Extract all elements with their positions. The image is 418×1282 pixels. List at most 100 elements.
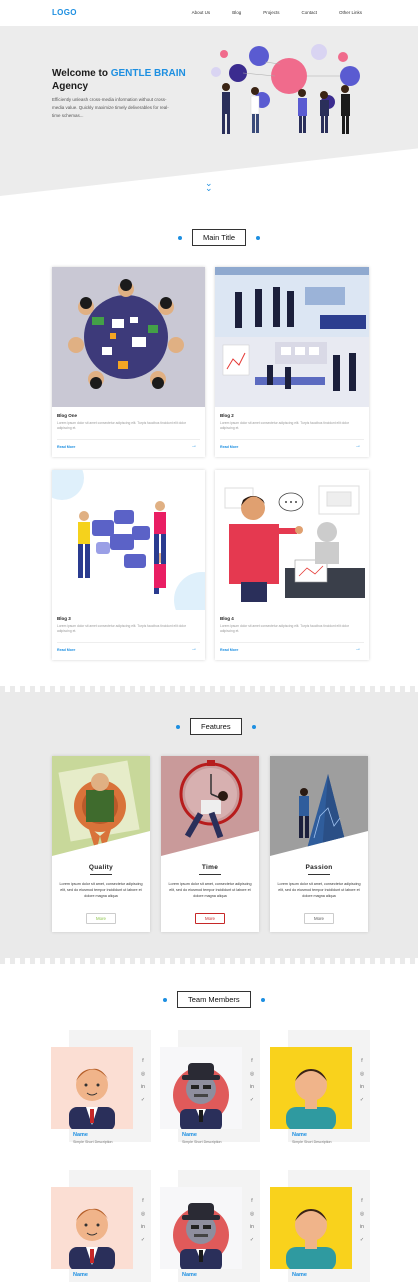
blog-card-4: Blog 4 Lorem ipsum dolor sit amet consec… [215,470,369,660]
nav-projects[interactable]: Projects [263,10,279,15]
blog-image-4 [215,470,369,610]
instagram-icon[interactable]: ◎ [248,1071,256,1078]
social-links: f ◎ in ✓ [139,1058,147,1104]
blog-title: Blog 3 [57,616,71,621]
facebook-icon[interactable]: f [139,1058,147,1065]
feature-description: Lorem ipsum dolor sit amet, consectetur … [168,882,252,898]
feature-card-time: Time Lorem ipsum dolor sit amet, consect… [161,756,259,932]
member-description: Simple Short Description [73,1140,113,1144]
main-title-heading: Main Title [178,229,261,246]
team-member-card: f ◎ in ✓ Name [51,1170,169,1282]
member-name: Name [73,1132,88,1138]
read-more-link[interactable]: Read More [220,445,238,449]
facebook-icon[interactable]: f [139,1198,147,1205]
nav-other-links[interactable]: Other Links [339,10,362,15]
dot-icon [256,235,261,240]
twitter-icon[interactable]: ✓ [248,1237,256,1244]
linkedin-icon[interactable]: in [139,1224,147,1231]
dot-icon [163,997,167,1002]
team-member-card: f ◎ in ✓ Name Simple Short Description [160,1030,278,1144]
feature-title: Passion [305,864,333,871]
linkedin-icon[interactable]: in [248,1224,256,1231]
hero-illustration [211,44,360,134]
feature-image-time [161,756,259,856]
blog-description: Lorem ipsum dolor sit amet consectetur a… [57,624,187,633]
scroll-down-chevron-icon[interactable]: ⌄ ⌄ [205,179,213,193]
more-button[interactable]: More [304,913,334,924]
nav-about[interactable]: About Us [192,10,211,15]
twitter-icon[interactable]: ✓ [139,1097,147,1104]
feature-card-quality: Quality Lorem ipsum dolor sit amet, cons… [52,756,150,932]
zigzag-divider [0,958,418,964]
instagram-icon[interactable]: ◎ [139,1071,147,1078]
read-more-link[interactable]: Read More [220,648,238,652]
member-name: Name [182,1272,197,1278]
facebook-icon[interactable]: f [248,1058,256,1065]
blog-description: Lorem ipsum dolor sit amet consectetur a… [220,624,350,633]
title-underline [90,874,112,875]
dot-icon [176,724,180,729]
instagram-icon[interactable]: ◎ [139,1211,147,1218]
nav-blog[interactable]: Blog [232,10,241,15]
features-title: Features [190,718,242,735]
arrow-right-icon[interactable]: → [355,646,361,652]
social-links: f ◎ in ✓ [248,1058,256,1104]
blog-description: Lorem ipsum dolor sit amet consectetur a… [220,421,350,430]
arrow-right-icon[interactable]: → [191,646,197,652]
dot-icon [178,235,182,240]
feature-image-passion [270,756,368,856]
twitter-icon[interactable]: ✓ [358,1237,366,1244]
read-more-link[interactable]: Read More [57,648,75,652]
blog-card-2: Blog 2 Lorem ipsum dolor sit amet consec… [215,267,369,457]
arrow-right-icon[interactable]: → [355,443,361,449]
read-more-link[interactable]: Read More [57,445,75,449]
member-description: Simple Short Description [292,1140,332,1144]
instagram-icon[interactable]: ◎ [358,1211,366,1218]
avatar [160,1187,242,1269]
hero-title: Welcome to GENTLE BRAIN Agency [52,68,186,92]
dot-icon [251,724,256,729]
top-nav: LOGO About Us Blog Projects Contact Othe… [0,0,418,26]
more-button[interactable]: More [86,913,116,924]
facebook-icon[interactable]: f [248,1198,256,1205]
arrow-right-icon[interactable]: → [191,443,197,449]
logo[interactable]: LOGO [52,8,77,17]
instagram-icon[interactable]: ◎ [358,1071,366,1078]
blog-title: Blog 2 [220,413,234,418]
feature-description: Lorem ipsum dolor sit amet, consectetur … [59,882,143,898]
member-name: Name [292,1272,307,1278]
linkedin-icon[interactable]: in [248,1084,256,1091]
avatar [51,1047,133,1129]
dot-icon [260,997,265,1002]
social-links: f ◎ in ✓ [248,1198,256,1244]
feature-description: Lorem ipsum dolor sit amet, consectetur … [277,882,361,898]
more-button[interactable]: More [195,913,225,924]
blog-image-2 [215,267,369,407]
twitter-icon[interactable]: ✓ [248,1097,256,1104]
nav-menu: About Us Blog Projects Contact Other Lin… [170,10,362,15]
hero-description: Efficiently unleash cross-media informat… [52,97,169,118]
feature-title: Quality [88,864,114,871]
twitter-icon[interactable]: ✓ [139,1237,147,1244]
instagram-icon[interactable]: ◎ [248,1211,256,1218]
social-links: f ◎ in ✓ [358,1198,366,1244]
nav-contact[interactable]: Contact [301,10,317,15]
team-heading: Team Members [163,991,265,1008]
twitter-icon[interactable]: ✓ [358,1097,366,1104]
avatar [270,1187,352,1269]
feature-image-quality [52,756,150,856]
team-member-card: f ◎ in ✓ Name [160,1170,278,1282]
avatar [160,1047,242,1129]
zigzag-divider [0,686,418,692]
blog-title: Blog One [57,413,77,418]
linkedin-icon[interactable]: in [358,1084,366,1091]
blog-image-1 [52,267,205,407]
linkedin-icon[interactable]: in [139,1084,147,1091]
features-heading: Features [176,718,256,735]
feature-title: Time [201,864,219,871]
linkedin-icon[interactable]: in [358,1224,366,1231]
avatar [270,1047,352,1129]
feature-card-passion: Passion Lorem ipsum dolor sit amet, cons… [270,756,368,932]
facebook-icon[interactable]: f [358,1198,366,1205]
facebook-icon[interactable]: f [358,1058,366,1065]
